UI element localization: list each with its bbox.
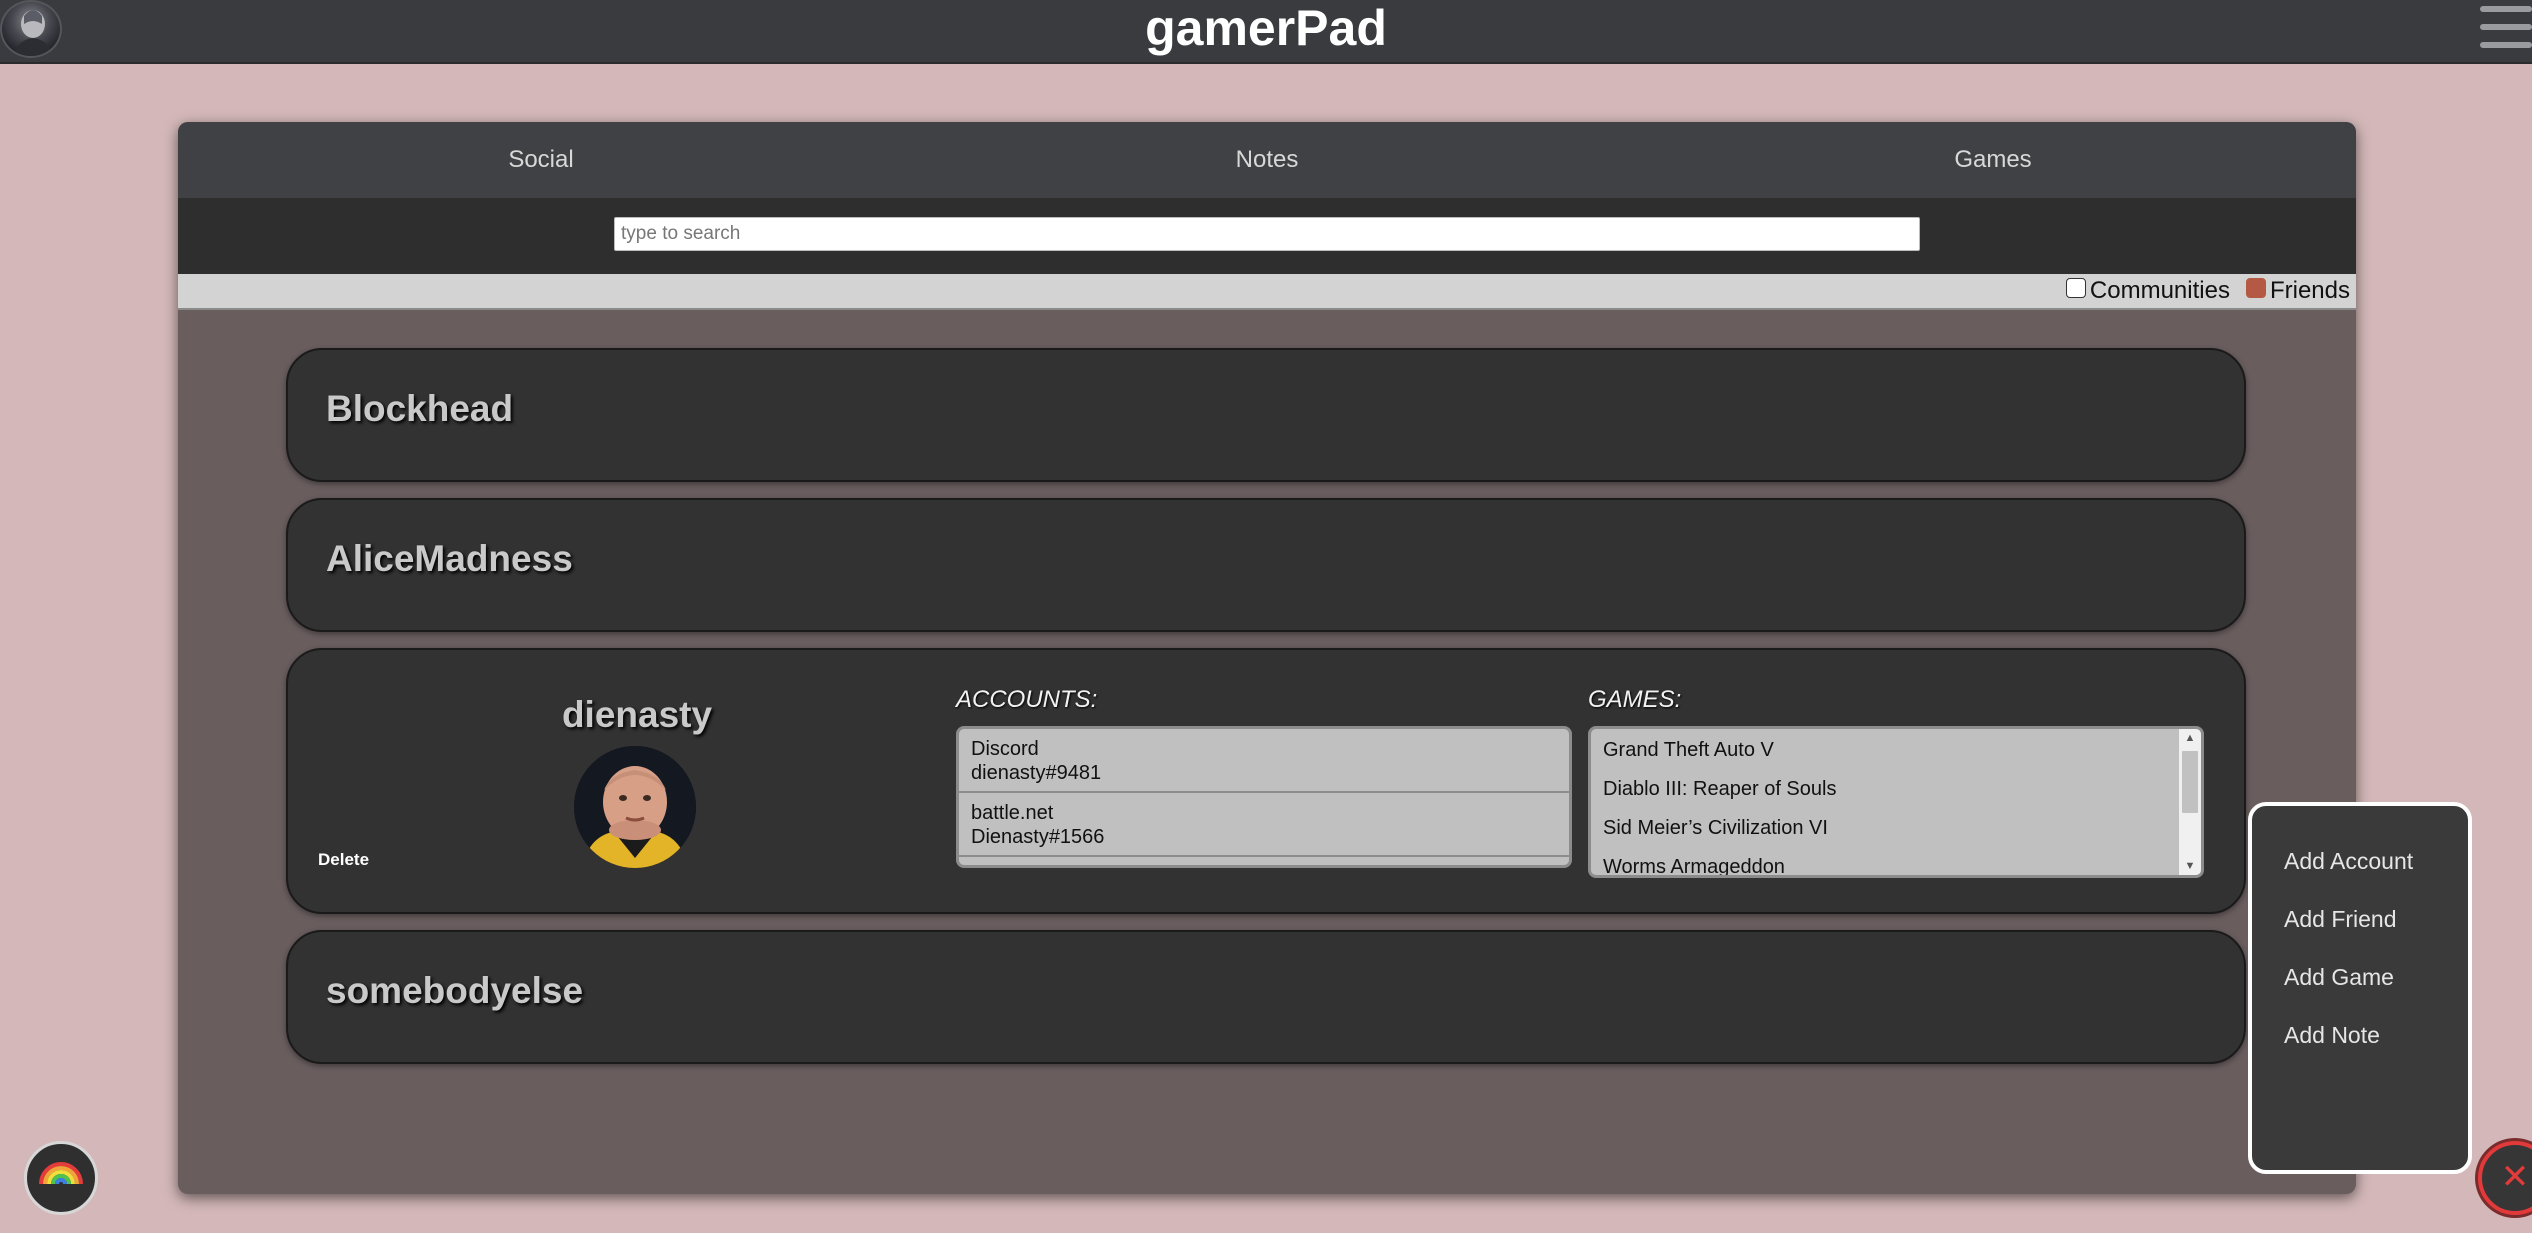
tab-bar: Social Notes Games xyxy=(178,122,2356,198)
account-handle: Dienasty#1566 xyxy=(971,826,1105,848)
games-scrollbar[interactable]: ▲ ▼ xyxy=(2179,729,2201,875)
friend-name: dienasty xyxy=(561,694,713,735)
game-item[interactable]: Worms Armageddon xyxy=(1591,848,2201,875)
friend-card[interactable]: Blockhead xyxy=(286,348,2246,482)
delete-button[interactable]: Delete xyxy=(318,850,369,870)
friend-card-expanded: dienasty Delete ACCOUNTS: Discord dienas… xyxy=(286,648,2246,914)
add-friend-menu-item[interactable]: Add Friend xyxy=(2284,906,2397,933)
accounts-list: Discord dienasty#9481 battle.net Dienast… xyxy=(956,726,1572,868)
friend-card[interactable]: somebodyelse xyxy=(286,930,2246,1064)
close-menu-button[interactable]: ✕ xyxy=(2478,1141,2532,1215)
add-note-menu-item[interactable]: Add Note xyxy=(2284,1022,2380,1049)
friends-checkbox[interactable] xyxy=(2245,278,2266,298)
communities-label: Communities xyxy=(2089,277,2230,304)
hamburger-menu-icon[interactable] xyxy=(2480,4,2532,50)
games-list[interactable]: Grand Theft Auto V Diablo III: Reaper of… xyxy=(1588,726,2204,878)
friend-name: AliceMadness xyxy=(326,538,573,579)
app-title: gamerPad xyxy=(1145,0,1387,56)
close-icon: ✕ xyxy=(2500,1158,2530,1196)
game-item[interactable]: Diablo III: Reaper of Souls xyxy=(1591,770,2201,809)
game-item[interactable]: Sid Meier’s Civilization VI xyxy=(1591,809,2201,848)
game-item[interactable]: Grand Theft Auto V xyxy=(1591,731,2201,770)
scroll-down-icon[interactable]: ▼ xyxy=(2179,857,2201,875)
add-account-menu-item[interactable]: Add Account xyxy=(2284,848,2413,875)
friends-label: Friends xyxy=(2269,277,2350,304)
friend-avatar-image xyxy=(574,746,696,868)
tab-notes[interactable]: Notes xyxy=(904,122,1630,198)
add-game-menu-item[interactable]: Add Game xyxy=(2284,964,2394,991)
top-bar: gamerPad xyxy=(0,0,2532,64)
search-input[interactable] xyxy=(614,217,1920,251)
filter-bar: Communities Friends xyxy=(178,274,2356,310)
account-service: battle.net xyxy=(971,802,1054,824)
tab-social[interactable]: Social xyxy=(178,122,904,198)
accounts-heading: ACCOUNTS: xyxy=(956,686,1098,713)
friend-name: Blockhead xyxy=(326,388,514,429)
friend-avatar xyxy=(574,746,696,868)
account-item[interactable]: Discord dienasty#9481 xyxy=(959,729,1569,793)
theme-toggle-button[interactable] xyxy=(24,1141,98,1215)
communities-checkbox[interactable] xyxy=(2065,278,2086,298)
rainbow-icon xyxy=(39,1162,83,1185)
account-item[interactable]: battle.net Dienasty#1566 xyxy=(959,793,1569,857)
tab-games[interactable]: Games xyxy=(1630,122,2356,198)
friend-name: somebodyelse xyxy=(326,970,584,1011)
friend-card[interactable]: AliceMadness xyxy=(286,498,2246,632)
account-handle: dienasty#9481 xyxy=(971,762,1102,784)
scroll-thumb[interactable] xyxy=(2182,751,2198,813)
games-heading: GAMES: xyxy=(1588,686,1682,713)
scroll-up-icon[interactable]: ▲ xyxy=(2179,729,2201,747)
account-service: Discord xyxy=(971,738,1039,760)
filter-group: Communities Friends xyxy=(2065,277,2350,305)
main-panel: Social Notes Games Communities Friends B… xyxy=(178,122,2356,1194)
add-menu-popup: Add Account Add Friend Add Game Add Note xyxy=(2248,802,2472,1174)
